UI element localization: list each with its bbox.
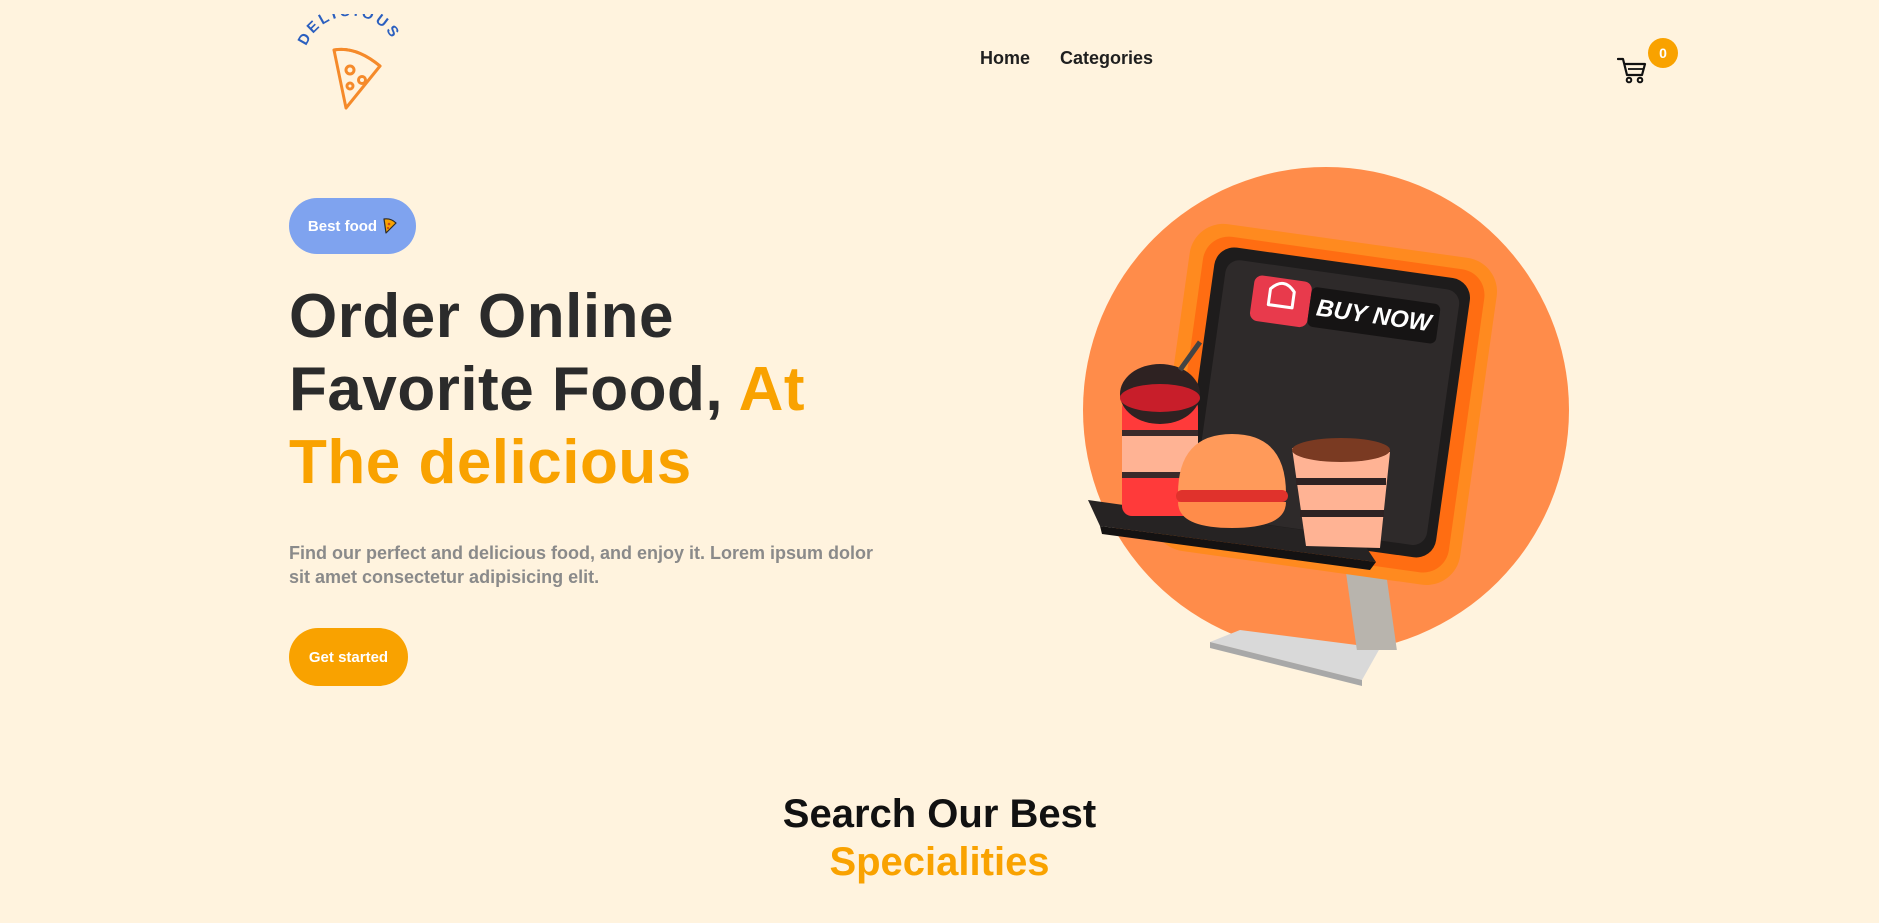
best-food-label: Best food	[307, 217, 378, 235]
nav-home[interactable]: Home	[980, 48, 1030, 69]
hero-description: Find our perfect and delicious food, and…	[289, 543, 874, 587]
specialities-section-title: Search Our Best Specialities	[0, 790, 1879, 886]
shopping-cart-icon	[1617, 57, 1647, 84]
section-title-line2: Specialities	[829, 840, 1050, 884]
headline-main: Order Online Favorite Food,	[289, 282, 724, 424]
main-nav: Home Categories	[980, 48, 1153, 69]
cart-count-badge: 0	[1648, 38, 1678, 68]
burger	[1176, 434, 1288, 528]
best-food-badge: Best food	[289, 198, 416, 254]
get-started-button[interactable]: Get started	[289, 628, 408, 686]
fries-cup	[1292, 438, 1390, 548]
hero-illustration: BUY NOW	[1083, 167, 1569, 686]
pizza-slice-icon	[332, 47, 382, 110]
pizza-icon	[383, 218, 397, 234]
brand-logo-text: DELICIOUS	[296, 14, 401, 48]
brand-logo[interactable]: DELICIOUS	[296, 14, 406, 114]
nav-categories[interactable]: Categories	[1060, 48, 1153, 69]
hero-headline: Order Online Favorite Food, At The delic…	[289, 280, 929, 499]
svg-text:DELICIOUS: DELICIOUS	[296, 14, 404, 48]
section-title-line1: Search Our Best	[782, 792, 1097, 836]
page: DELICIOUS Home Categories 0 Best food	[0, 0, 1879, 923]
